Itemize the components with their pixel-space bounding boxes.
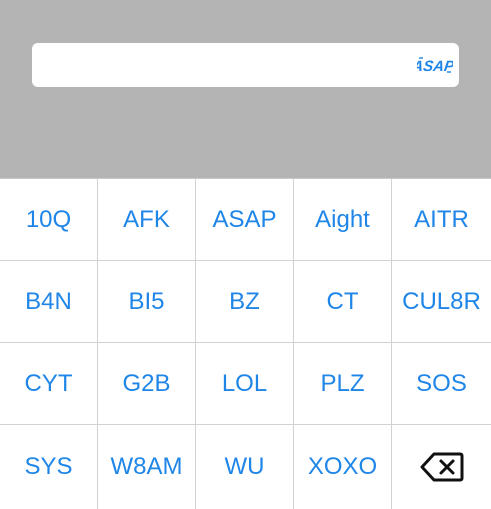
key-cyt[interactable]: CYT (0, 343, 98, 425)
asap-logo-icon[interactable]: ASAP (417, 54, 453, 76)
shortcut-keyboard: 10Q AFK ASAP Aight AITR B4N BI5 BZ CT CU… (0, 178, 491, 509)
key-xoxo[interactable]: XOXO (294, 425, 392, 509)
key-plz[interactable]: PLZ (294, 343, 392, 425)
key-ct[interactable]: CT (294, 261, 392, 343)
key-b4n[interactable]: B4N (0, 261, 98, 343)
key-lol[interactable]: LOL (196, 343, 294, 425)
delete-key[interactable] (392, 425, 491, 509)
key-sos[interactable]: SOS (392, 343, 491, 425)
key-w8am[interactable]: W8AM (98, 425, 196, 509)
backspace-icon (420, 452, 463, 482)
key-sys[interactable]: SYS (0, 425, 98, 509)
key-asap[interactable]: ASAP (196, 179, 294, 261)
key-g2b[interactable]: G2B (98, 343, 196, 425)
top-area: ASAP (0, 0, 491, 178)
key-wu[interactable]: WU (196, 425, 294, 509)
keys-grid: 10Q AFK ASAP Aight AITR B4N BI5 BZ CT CU… (0, 179, 491, 509)
search-input[interactable]: ASAP (32, 43, 459, 87)
key-10q[interactable]: 10Q (0, 179, 98, 261)
key-bi5[interactable]: BI5 (98, 261, 196, 343)
key-bz[interactable]: BZ (196, 261, 294, 343)
key-afk[interactable]: AFK (98, 179, 196, 261)
key-aight[interactable]: Aight (294, 179, 392, 261)
key-cul8r[interactable]: CUL8R (392, 261, 491, 343)
key-aitr[interactable]: AITR (392, 179, 491, 261)
